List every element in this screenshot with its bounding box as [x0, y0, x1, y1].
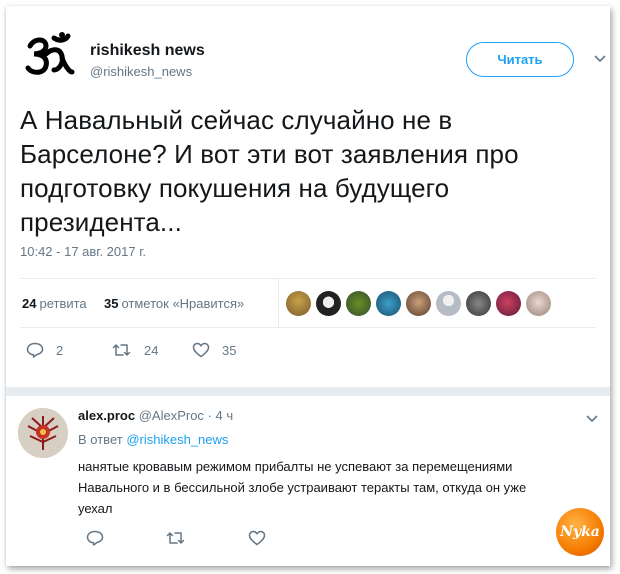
chevron-down-icon[interactable]: [594, 52, 606, 64]
reply-time[interactable]: · 4 ч: [208, 408, 234, 423]
in-reply-prefix: В ответ: [78, 432, 123, 447]
watermark-logo: Nyka: [556, 508, 604, 556]
liker-avatar[interactable]: [316, 291, 341, 316]
liker-avatar[interactable]: [376, 291, 401, 316]
tweet-timestamp[interactable]: 10:42 - 17 авг. 2017 г.: [20, 244, 146, 259]
stats-divider: [278, 279, 279, 327]
reply-icon[interactable]: [86, 530, 104, 551]
tweet-header: rishikesh news @rishikesh_news Читать: [20, 28, 606, 88]
retweets-label: ретвита: [39, 296, 87, 311]
in-reply-to: В ответ @rishikesh_news: [78, 432, 228, 447]
likes-count: 35: [104, 296, 119, 311]
liker-avatar[interactable]: [496, 291, 521, 316]
reply-author-name[interactable]: alex.proc: [78, 408, 135, 423]
liker-avatar[interactable]: [436, 291, 461, 316]
like-count: 35: [222, 342, 237, 358]
retweets-stat[interactable]: 24 ретвита: [22, 296, 87, 311]
reply-action[interactable]: 2: [26, 342, 63, 358]
heart-icon[interactable]: [248, 530, 266, 551]
tweet-card: rishikesh news @rishikesh_news Читать А …: [6, 6, 610, 566]
liker-avatar[interactable]: [286, 291, 311, 316]
like-action[interactable]: 35: [192, 342, 236, 358]
author-name[interactable]: rishikesh news: [90, 42, 205, 60]
reply-actions: [78, 530, 298, 554]
tweet-actions: 2 24 35: [20, 338, 320, 368]
author-handle[interactable]: @rishikesh_news: [90, 64, 192, 79]
in-reply-handle-link[interactable]: @rishikesh_news: [126, 432, 228, 447]
reply-icon: [26, 342, 44, 358]
reply-author-handle[interactable]: @AlexProc: [139, 408, 204, 423]
retweet-icon: [112, 342, 132, 358]
om-logo-icon[interactable]: [24, 32, 76, 80]
retweet-count: 24: [144, 342, 159, 358]
reply-text: нанятые кровавым режимом прибалты не усп…: [78, 459, 527, 516]
likes-stat[interactable]: 35 отметок «Нравится»: [104, 296, 244, 311]
avatar[interactable]: [18, 408, 68, 458]
reply-header: alex.proc @AlexProc · 4 ч: [78, 408, 233, 423]
chevron-down-icon[interactable]: [586, 412, 598, 424]
liker-avatar[interactable]: [406, 291, 431, 316]
liker-avatar[interactable]: [466, 291, 491, 316]
section-divider: [6, 387, 610, 396]
tweet-text: А Навальный сейчас случайно не в Барсело…: [20, 105, 519, 237]
likes-label: отметок «Нравится»: [121, 296, 245, 311]
liker-avatar[interactable]: [526, 291, 551, 316]
heart-icon: [192, 342, 210, 358]
reply-tweet[interactable]: alex.proc @AlexProc · 4 ч В ответ @rishi…: [6, 396, 610, 566]
follow-button[interactable]: Читать: [466, 42, 574, 77]
reply-count: 2: [56, 342, 64, 358]
retweet-action[interactable]: 24: [112, 342, 158, 358]
retweets-count: 24: [22, 296, 37, 311]
tweet-stats: 24 ретвита 35 отметок «Нравится»: [20, 278, 596, 328]
retweet-icon[interactable]: [166, 530, 186, 551]
liker-avatar[interactable]: [346, 291, 371, 316]
